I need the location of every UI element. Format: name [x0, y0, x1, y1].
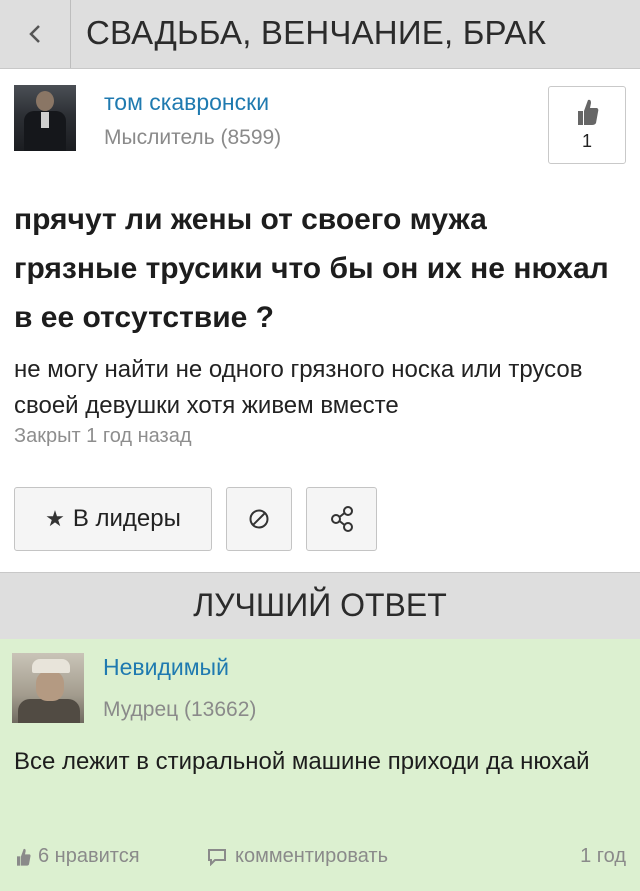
- report-button[interactable]: [226, 487, 292, 551]
- share-icon: [330, 506, 353, 532]
- best-answer-title: ЛУЧШИЙ ОТВЕТ: [193, 587, 447, 623]
- to-leaders-label: В лидеры: [72, 505, 181, 532]
- thumbs-up-icon: [578, 99, 599, 125]
- comment-button[interactable]: комментировать: [207, 845, 388, 868]
- like-button[interactable]: 1: [548, 86, 626, 164]
- top-bar: СВАДЬБА, ВЕНЧАНИЕ, БРАК: [0, 0, 640, 69]
- answer-avatar[interactable]: [12, 653, 84, 723]
- to-leaders-button[interactable]: ★ В лидеры: [14, 487, 212, 551]
- author-rank: Мыслитель (8599): [104, 126, 282, 149]
- answer-like-button[interactable]: 6 нравится: [14, 845, 140, 868]
- avatar[interactable]: [14, 85, 76, 151]
- thumbs-up-icon: [17, 848, 31, 866]
- comment-icon: [208, 848, 226, 866]
- answer-author-name-link[interactable]: Невидимый: [103, 654, 229, 681]
- best-answer-header: ЛУЧШИЙ ОТВЕТ: [0, 572, 640, 640]
- answer-footer: 6 нравится комментировать 1 год: [0, 841, 640, 877]
- question-title: прячут ли жены от своего мужа грязные тр…: [14, 203, 609, 334]
- chevron-left-icon: [29, 25, 40, 43]
- comment-label: комментировать: [235, 845, 389, 867]
- answer-author-rank: Мудрец (13662): [103, 698, 257, 721]
- answer-age: 1 год: [580, 845, 626, 867]
- share-button[interactable]: [306, 487, 377, 551]
- star-icon: ★: [45, 506, 65, 531]
- answer-likes-label: 6 нравится: [38, 845, 140, 867]
- best-answer-card: Невидимый Мудрец (13662) Все лежит в сти…: [0, 639, 640, 891]
- category-title: СВАДЬБА, ВЕНЧАНИЕ, БРАК: [86, 14, 547, 51]
- block-icon: [249, 509, 269, 529]
- back-button[interactable]: [0, 0, 71, 68]
- question-status: Закрыт 1 год назад: [14, 425, 192, 447]
- author-name-link[interactable]: том скавронски: [104, 89, 269, 116]
- answer-text: Все лежит в стиральной машине приходи да…: [14, 748, 590, 775]
- question-body: не могу найти не одного грязного носка и…: [14, 356, 583, 419]
- like-count: 1: [581, 131, 592, 151]
- question-card: том скавронски Мыслитель (8599) 1 прячут…: [0, 69, 640, 569]
